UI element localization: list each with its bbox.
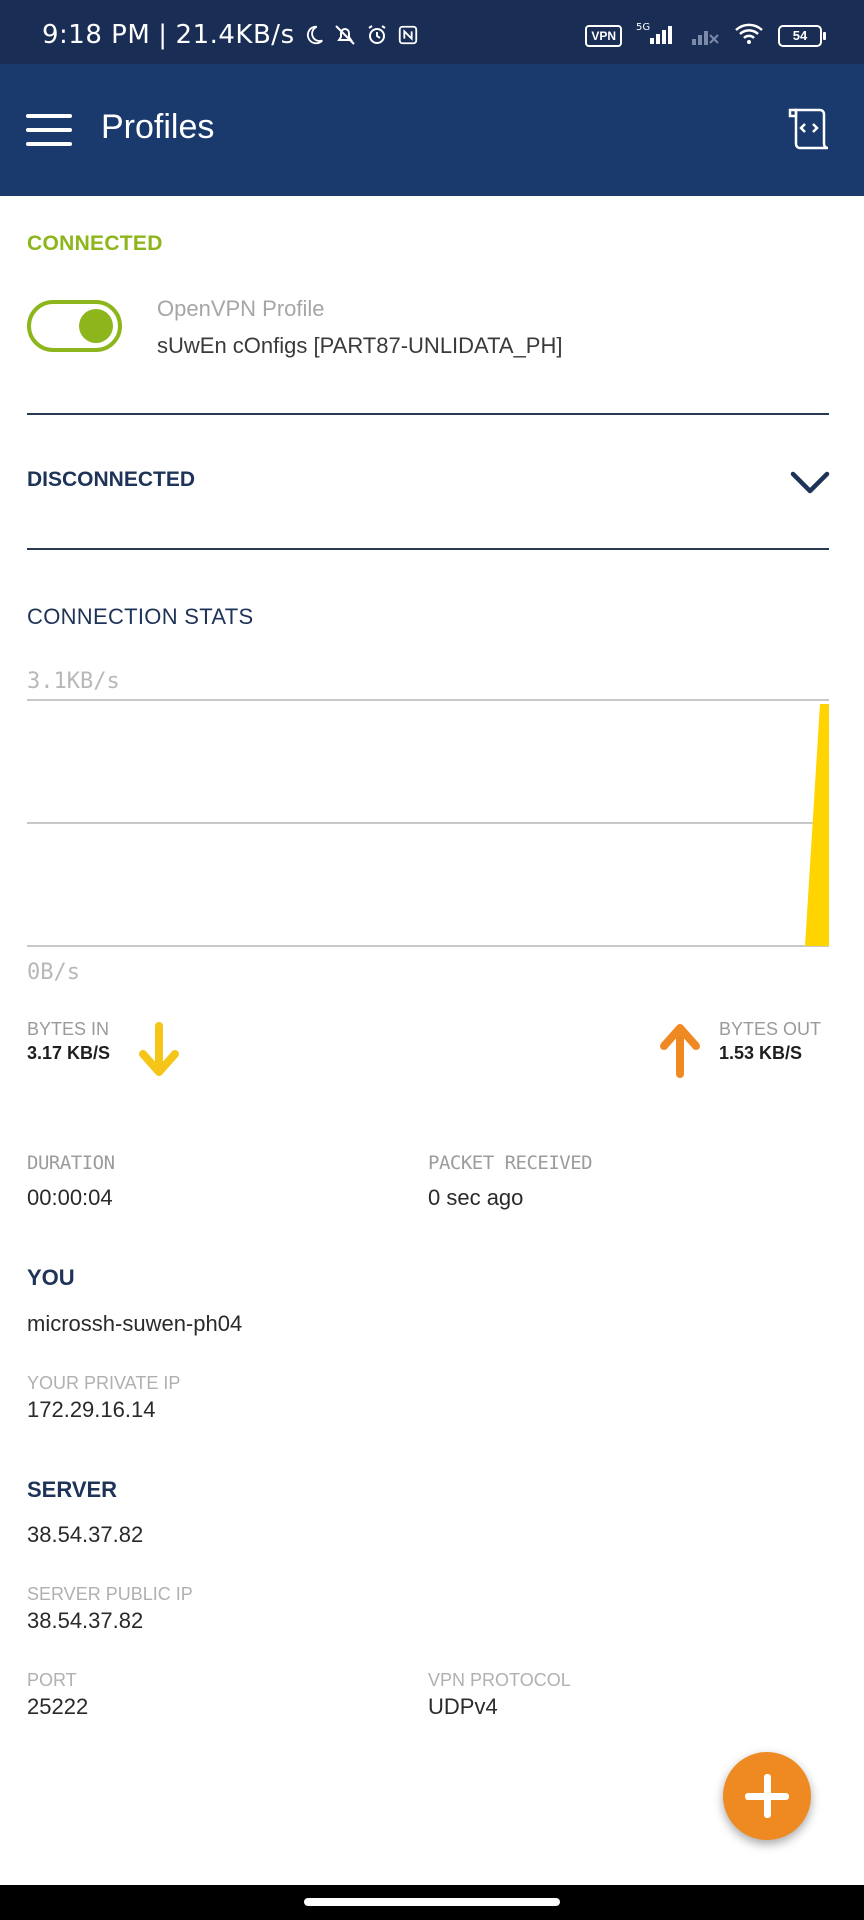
status-separator: | bbox=[158, 20, 168, 50]
page-title: Profiles bbox=[101, 108, 215, 146]
arrow-down-icon bbox=[139, 1022, 179, 1076]
menu-icon-line bbox=[26, 142, 72, 146]
profile-type: OpenVPN Profile bbox=[157, 296, 325, 321]
duration-label: DURATION bbox=[27, 1152, 115, 1174]
bytes-out-value: 1.53 KB/S bbox=[719, 1043, 803, 1063]
signal-weak-icon bbox=[690, 21, 720, 50]
bytes-out-label: BYTES OUT bbox=[719, 1019, 822, 1039]
server-heading: SERVER bbox=[27, 1477, 118, 1502]
packet-received-label: PACKET RECEIVED bbox=[428, 1152, 593, 1174]
status-right: VPN 5G 54 bbox=[585, 20, 826, 51]
add-profile-button[interactable] bbox=[723, 1752, 811, 1840]
bytes-in-value: 3.17 KB/S bbox=[27, 1043, 111, 1063]
alarm-icon bbox=[365, 23, 389, 47]
user-name: microssh-suwen-ph04 bbox=[27, 1311, 243, 1336]
port-label: PORT bbox=[27, 1670, 77, 1690]
traffic-chart: 3.1KB/s 0B/s bbox=[27, 669, 829, 982]
status-left: 9:18 PM | 21.4KB/s bbox=[42, 20, 419, 50]
muted-bell-icon bbox=[333, 23, 357, 47]
profile-name: sUwEn cOnfigs [PART87-UNLIDATA_PH] bbox=[157, 333, 563, 358]
battery-icon: 54 bbox=[778, 24, 826, 47]
system-nav-bar bbox=[0, 1885, 864, 1920]
toggle-knob bbox=[79, 309, 113, 343]
bytes-in-label: BYTES IN bbox=[27, 1019, 110, 1039]
menu-icon-line bbox=[26, 114, 72, 118]
arrow-up-icon bbox=[660, 1024, 700, 1078]
disconnected-section-label: DISCONNECTED bbox=[27, 468, 196, 491]
chevron-down-icon bbox=[790, 471, 830, 494]
connected-section-label: CONNECTED bbox=[27, 232, 163, 255]
you-heading: YOU bbox=[27, 1265, 75, 1290]
chart-traffic-area bbox=[805, 704, 829, 946]
signal-5g-icon: 5G bbox=[636, 20, 676, 51]
private-ip-value: 172.29.16.14 bbox=[27, 1397, 156, 1422]
port-value: 25222 bbox=[27, 1694, 89, 1719]
vpn-protocol-label: VPN PROTOCOL bbox=[428, 1670, 571, 1690]
connection-stats-label: CONNECTION STATS bbox=[27, 604, 254, 629]
home-gesture-handle[interactable] bbox=[304, 1898, 560, 1906]
status-time: 9:18 PM bbox=[42, 20, 151, 50]
server-address: 38.54.37.82 bbox=[27, 1522, 144, 1547]
file-code-icon bbox=[788, 108, 829, 150]
moon-icon bbox=[303, 24, 325, 46]
status-speed: 21.4KB/s bbox=[175, 20, 295, 50]
private-ip-label: YOUR PRIVATE IP bbox=[27, 1373, 181, 1393]
wifi-icon bbox=[734, 21, 764, 50]
vpn-profiles-screen: 9:18 PM | 21.4KB/s VPN 5G 54 Profiles CO… bbox=[0, 0, 864, 1920]
duration-value: 00:00:04 bbox=[27, 1185, 113, 1210]
divider bbox=[27, 548, 829, 550]
svg-text:5G: 5G bbox=[636, 22, 650, 33]
chart-y-max-label: 3.1KB/s bbox=[27, 669, 120, 694]
chart-y-min-label: 0B/s bbox=[27, 960, 80, 982]
import-profile-button[interactable] bbox=[786, 106, 832, 152]
app-bar: Profiles bbox=[0, 64, 864, 196]
menu-button[interactable] bbox=[26, 114, 72, 146]
server-public-ip-value: 38.54.37.82 bbox=[27, 1608, 144, 1633]
disconnected-section-header[interactable]: DISCONNECTED bbox=[0, 415, 864, 550]
packet-received-value: 0 sec ago bbox=[428, 1185, 524, 1210]
vpn-badge: VPN bbox=[585, 24, 622, 47]
menu-icon-line bbox=[26, 128, 72, 132]
server-public-ip-label: SERVER PUBLIC IP bbox=[27, 1584, 193, 1604]
nfc-icon bbox=[397, 24, 419, 46]
vpn-protocol-value: UDPv4 bbox=[428, 1694, 498, 1719]
status-bar: 9:18 PM | 21.4KB/s VPN 5G 54 bbox=[0, 0, 864, 64]
profile-connection-toggle[interactable] bbox=[27, 300, 122, 352]
